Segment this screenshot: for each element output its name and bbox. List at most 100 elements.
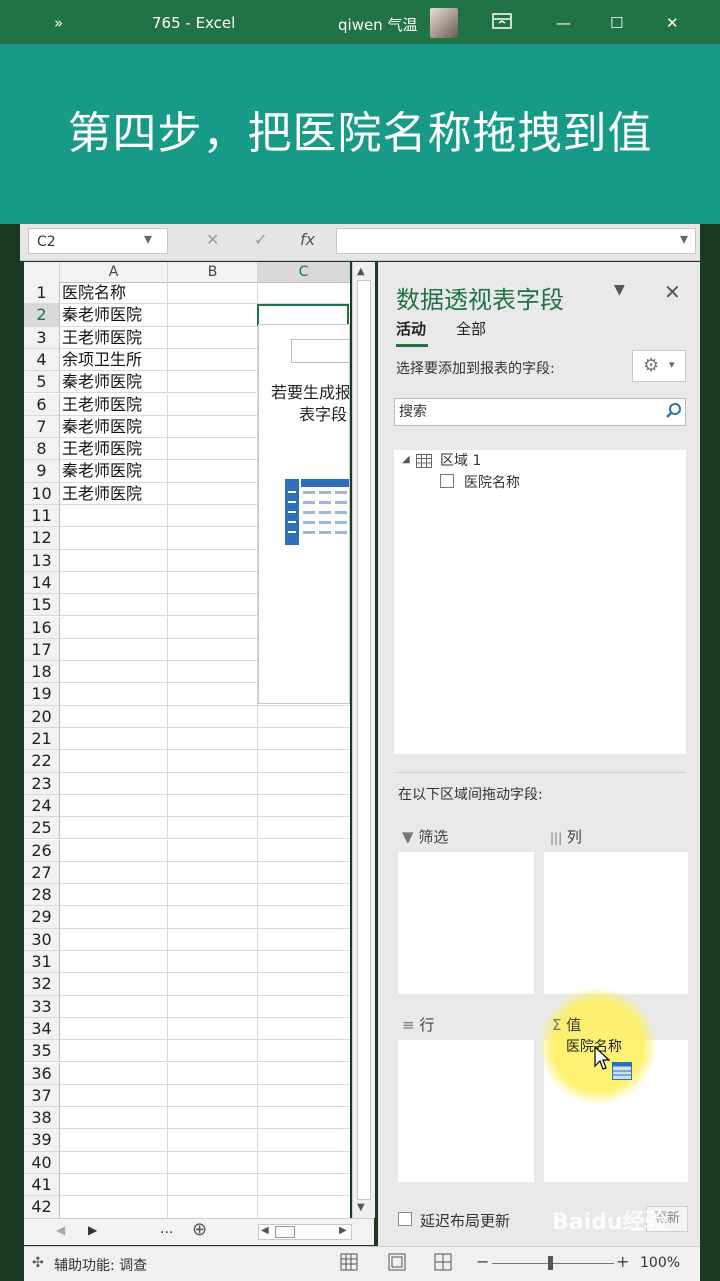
row-header[interactable]: 27: [24, 861, 60, 885]
cell-a[interactable]: [60, 1017, 168, 1041]
cell-b[interactable]: [168, 839, 258, 862]
cell-a[interactable]: [60, 1040, 168, 1063]
cell-a[interactable]: [60, 973, 168, 996]
cell-a[interactable]: [60, 772, 168, 795]
row-header[interactable]: 29: [24, 906, 60, 929]
cell-c[interactable]: [258, 840, 350, 862]
minimize-button[interactable]: —: [556, 14, 571, 32]
vertical-scrollbar[interactable]: ▲ ▼: [352, 262, 375, 1218]
cancel-entry-icon[interactable]: ✕: [206, 230, 219, 249]
cell-a[interactable]: [60, 995, 168, 1018]
row-header[interactable]: 25: [24, 817, 60, 840]
cell-c[interactable]: [258, 906, 350, 929]
more-sheets-button[interactable]: ...: [160, 1221, 173, 1237]
cell-a[interactable]: [60, 794, 168, 818]
row-header[interactable]: 7: [24, 415, 60, 439]
cell-b[interactable]: [168, 326, 258, 349]
cell-b[interactable]: [168, 1174, 258, 1197]
cell-a[interactable]: [60, 527, 168, 550]
cell-a[interactable]: [60, 1107, 168, 1130]
scroll-thumb[interactable]: [357, 280, 371, 1200]
cell-b[interactable]: [168, 594, 258, 617]
row-header[interactable]: 13: [24, 549, 60, 572]
cell-b[interactable]: [168, 348, 258, 372]
cell-a[interactable]: [60, 594, 168, 617]
cell-b[interactable]: [168, 750, 258, 773]
tab-active[interactable]: 活动: [396, 318, 426, 339]
scroll-down-icon[interactable]: ▼: [357, 1202, 365, 1213]
cell-c[interactable]: [258, 929, 350, 951]
row-header[interactable]: 20: [24, 705, 60, 728]
cell-a[interactable]: 秦老师医院: [60, 415, 168, 439]
cell-c[interactable]: [258, 282, 350, 305]
row-header[interactable]: 9: [24, 460, 60, 483]
cell-b[interactable]: [168, 638, 258, 662]
cell-c[interactable]: [258, 1152, 350, 1174]
field-checkbox[interactable]: [440, 474, 454, 488]
cell-a[interactable]: [60, 750, 168, 773]
cell-b[interactable]: [168, 282, 258, 305]
cell-b[interactable]: [168, 1040, 258, 1063]
cell-a[interactable]: [60, 683, 168, 706]
cell-a[interactable]: [60, 928, 168, 951]
pivot-table-placeholder[interactable]: 若要生成报 表字段: [258, 324, 350, 704]
row-header[interactable]: 42: [24, 1196, 60, 1219]
cell-a[interactable]: [60, 1151, 168, 1174]
cell-a[interactable]: 王老师医院: [60, 438, 168, 461]
cell-b[interactable]: [168, 1062, 258, 1085]
hscroll-left-icon[interactable]: ◀: [261, 1225, 269, 1236]
cell-a[interactable]: [60, 705, 168, 728]
cell-a[interactable]: [60, 1062, 168, 1085]
cell-a[interactable]: [60, 1196, 168, 1219]
cell-b[interactable]: [168, 906, 258, 929]
row-header[interactable]: 14: [24, 571, 60, 595]
cell-a[interactable]: [60, 661, 168, 684]
cell-b[interactable]: [168, 1196, 258, 1219]
cell-b[interactable]: [168, 728, 258, 751]
row-header[interactable]: 28: [24, 884, 60, 907]
cell-c[interactable]: [258, 1129, 350, 1152]
cell-c[interactable]: [258, 1040, 350, 1063]
row-header[interactable]: 37: [24, 1084, 60, 1108]
cell-a[interactable]: [60, 951, 168, 974]
cell-c[interactable]: [258, 817, 350, 840]
user-avatar[interactable]: [430, 8, 458, 38]
horizontal-scrollbar[interactable]: ◀ ▶: [258, 1224, 352, 1240]
row-header[interactable]: 16: [24, 616, 60, 639]
cell-a[interactable]: 王老师医院: [60, 326, 168, 349]
row-header[interactable]: 39: [24, 1129, 60, 1152]
cell-b[interactable]: [168, 371, 258, 394]
defer-update-checkbox[interactable]: [398, 1212, 412, 1226]
accessibility-icon[interactable]: ✣: [32, 1255, 44, 1271]
select-all-corner[interactable]: [24, 262, 60, 282]
cell-a[interactable]: [60, 549, 168, 572]
search-icon[interactable]: [666, 402, 682, 422]
cell-b[interactable]: [168, 794, 258, 818]
cell-b[interactable]: [168, 973, 258, 996]
cell-a[interactable]: [60, 817, 168, 840]
cell-a[interactable]: [60, 1129, 168, 1152]
cell-b[interactable]: [168, 460, 258, 483]
cell-c[interactable]: [258, 973, 350, 996]
cell-b[interactable]: [168, 527, 258, 550]
cell-c[interactable]: [258, 1196, 350, 1219]
row-header[interactable]: 33: [24, 995, 60, 1018]
row-header[interactable]: 5: [24, 371, 60, 394]
field-settings-button[interactable]: ⚙ ▾: [632, 350, 686, 382]
new-sheet-button[interactable]: ⊕: [192, 1219, 207, 1240]
row-header[interactable]: 10: [24, 482, 60, 505]
cell-b[interactable]: [168, 304, 258, 327]
cell-b[interactable]: [168, 505, 258, 528]
cell-b[interactable]: [168, 817, 258, 840]
name-box-dropdown-icon[interactable]: ▾: [144, 229, 152, 248]
cell-b[interactable]: [168, 438, 258, 461]
cell-c[interactable]: [258, 706, 350, 728]
expand-formula-icon[interactable]: ▾: [680, 229, 688, 248]
cell-c[interactable]: [258, 795, 350, 818]
cell-b[interactable]: [168, 683, 258, 706]
hscroll-right-icon[interactable]: ▶: [339, 1225, 347, 1236]
row-header[interactable]: 3: [24, 326, 60, 349]
row-header[interactable]: 18: [24, 661, 60, 684]
zoom-slider-thumb[interactable]: [548, 1256, 553, 1270]
hscroll-thumb[interactable]: [275, 1226, 295, 1238]
